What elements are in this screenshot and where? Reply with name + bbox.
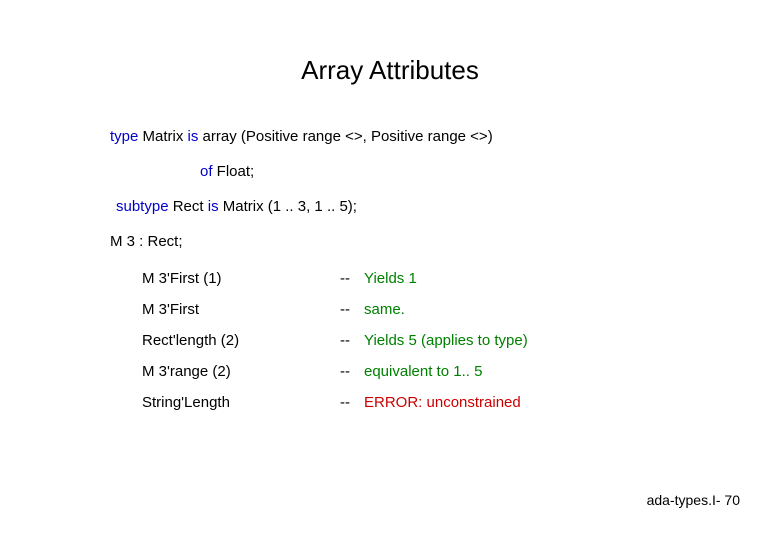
code-text: Float;: [213, 163, 255, 180]
attr-comment: Yields 1: [364, 270, 417, 287]
comment-dash: --: [340, 332, 364, 349]
attr-comment: equivalent to 1.. 5: [364, 363, 482, 380]
code-text: Matrix (1 .. 3, 1 .. 5);: [219, 198, 357, 215]
attr-name: M 3'range (2): [142, 363, 340, 380]
table-row: M 3'range (2) -- equivalent to 1.. 5: [142, 363, 780, 380]
slide-footer: ada-types.I- 70: [647, 492, 740, 508]
attr-comment: Yields 5 (applies to type): [364, 332, 528, 349]
code-text: Matrix: [138, 128, 187, 145]
code-line-2: of Float;: [110, 161, 780, 182]
attr-comment: same.: [364, 301, 405, 318]
keyword-of: of: [200, 163, 213, 180]
table-row: M 3'First (1) -- Yields 1: [142, 270, 780, 287]
attributes-table: M 3'First (1) -- Yields 1 M 3'First -- s…: [110, 266, 780, 411]
attr-name: M 3'First (1): [142, 270, 340, 287]
attr-name: Rect'length (2): [142, 332, 340, 349]
code-line-4: M 3 : Rect;: [110, 231, 780, 252]
attr-name: M 3'First: [142, 301, 340, 318]
comment-dash: --: [340, 301, 364, 318]
code-line-1: type Matrix is array (Positive range <>,…: [110, 126, 780, 147]
attr-comment: ERROR: unconstrained: [364, 394, 521, 411]
code-text: Rect: [169, 198, 208, 215]
table-row: Rect'length (2) -- Yields 5 (applies to …: [142, 332, 780, 349]
page-title: Array Attributes: [0, 0, 780, 126]
keyword-is: is: [208, 198, 219, 215]
table-row: String'Length -- ERROR: unconstrained: [142, 394, 780, 411]
table-row: M 3'First -- same.: [142, 301, 780, 318]
keyword-subtype: subtype: [116, 198, 169, 215]
code-line-3: subtype Rect is Matrix (1 .. 3, 1 .. 5);: [110, 196, 780, 217]
code-text: array (Positive range <>, Positive range…: [198, 128, 492, 145]
comment-dash: --: [340, 394, 364, 411]
comment-dash: --: [340, 363, 364, 380]
keyword-is: is: [188, 128, 199, 145]
keyword-type: type: [110, 128, 138, 145]
code-block: type Matrix is array (Positive range <>,…: [0, 126, 780, 411]
attr-name: String'Length: [142, 394, 340, 411]
comment-dash: --: [340, 270, 364, 287]
